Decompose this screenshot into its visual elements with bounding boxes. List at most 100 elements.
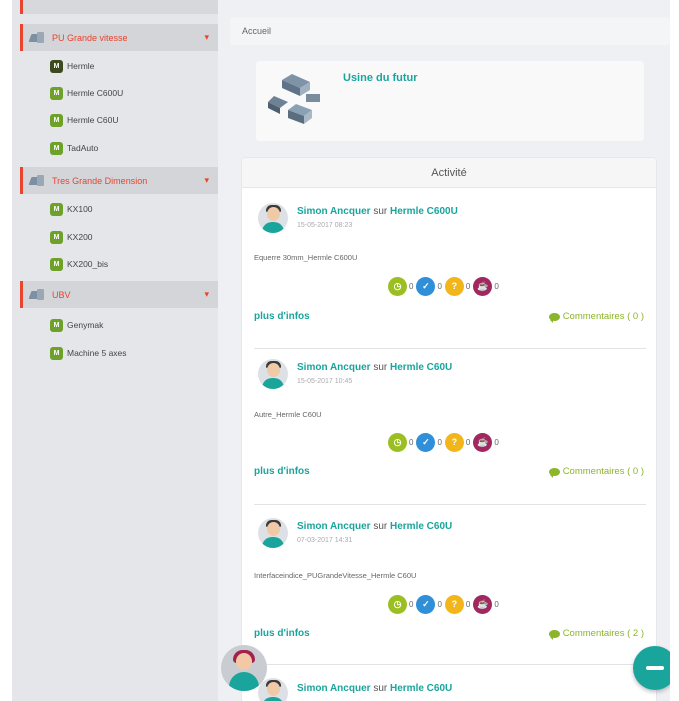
- sidebar-item-kx200-bis[interactable]: M KX200_bis: [50, 256, 108, 272]
- reaction-count: 0: [409, 599, 414, 609]
- avatar: [258, 518, 288, 548]
- machine-icon: M: [50, 141, 63, 155]
- author-link[interactable]: Simon Ancquer: [297, 521, 371, 532]
- sidebar-group-label: UBV: [52, 289, 71, 300]
- comment-icon: [548, 467, 560, 478]
- machine-icon: M: [50, 86, 63, 100]
- divider: [254, 504, 646, 505]
- sidebar-item-kx100[interactable]: M KX100: [50, 201, 93, 217]
- sidebar-item-tadauto[interactable]: M TadAuto: [50, 140, 98, 156]
- reactions: ◷ 0 ✓ 0 ? 0 ☕ 0: [388, 432, 502, 452]
- chevron-down-icon[interactable]: ▾: [204, 175, 209, 186]
- clock-icon[interactable]: ◷: [388, 432, 407, 452]
- sidebar-item-label: Machine 5 axes: [67, 348, 127, 358]
- post-header: Simon Ancquer sur Hermle C60U: [297, 521, 452, 532]
- comments-link[interactable]: Commentaires ( 0 ): [548, 311, 644, 323]
- chevron-down-icon[interactable]: ▾: [204, 289, 209, 300]
- sidebar-item-label: KX100: [67, 204, 93, 214]
- sidebar-item-hermle-c60u[interactable]: M Hermle C60U: [50, 112, 119, 128]
- author-link[interactable]: Simon Ancquer: [297, 206, 371, 217]
- post-date: 15-05-2017 08:23: [297, 222, 353, 229]
- reaction-count: 0: [437, 437, 442, 447]
- factory-icon: [268, 74, 320, 124]
- sidebar-group-pu-grande-vitesse[interactable]: PU Grande vitesse ▾: [20, 24, 218, 51]
- sidebar-item-hermle-c600u[interactable]: M Hermle C600U: [50, 85, 123, 101]
- cup-icon[interactable]: ☕: [473, 594, 493, 614]
- factory-title[interactable]: Usine du futur: [343, 72, 418, 84]
- chevron-down-icon[interactable]: ▾: [204, 32, 209, 43]
- cup-icon[interactable]: ☕: [473, 276, 493, 296]
- sidebar-group-ubv[interactable]: UBV ▾: [20, 281, 218, 308]
- more-info-link[interactable]: plus d'infos: [254, 311, 310, 322]
- machine-link[interactable]: Hermle C60U: [390, 521, 452, 532]
- more-info-link[interactable]: plus d'infos: [254, 628, 310, 639]
- comments-label: Commentaires ( 0 ): [562, 466, 644, 477]
- sidebar-group-label: Tres Grande Dimension: [52, 175, 148, 186]
- minus-icon: [646, 666, 664, 670]
- reactions: ◷ 0 ✓ 0 ? 0 ☕ 0: [388, 276, 502, 296]
- post-sur: sur: [373, 521, 388, 532]
- author-link[interactable]: Simon Ancquer: [297, 362, 371, 373]
- reaction-count: 0: [437, 281, 442, 291]
- sidebar-group-tres-grande-dimension[interactable]: Tres Grande Dimension ▾: [20, 167, 218, 194]
- sidebar-item-label: TadAuto: [67, 143, 99, 153]
- cup-icon[interactable]: ☕: [473, 432, 493, 452]
- clock-icon[interactable]: ◷: [388, 276, 407, 296]
- post-text: Autre_Hermle C60U: [254, 410, 322, 419]
- sidebar-group-label: PU Grande vitesse: [52, 32, 128, 43]
- sidebar-item-machine-5-axes[interactable]: M Machine 5 axes: [50, 345, 127, 361]
- activity-panel: Activité Simon Ancquer sur Hermle C600U …: [241, 157, 657, 701]
- question-icon[interactable]: ?: [444, 432, 464, 452]
- machine-link[interactable]: Hermle C60U: [390, 683, 452, 694]
- comments-label: Commentaires ( 0 ): [562, 311, 644, 322]
- reactions: ◷ 0 ✓ 0 ? 0 ☕ 0: [388, 594, 502, 614]
- sidebar-item-label: KX200_bis: [67, 259, 109, 269]
- sidebar-top-item[interactable]: [20, 0, 218, 14]
- post-header: Simon Ancquer sur Hermle C60U: [297, 362, 452, 373]
- thumbs-up-icon[interactable]: ✓: [416, 276, 436, 296]
- user-avatar[interactable]: [221, 645, 267, 691]
- clock-icon[interactable]: ◷: [388, 594, 407, 614]
- sidebar-item-label: Hermle C60U: [67, 115, 119, 125]
- question-icon[interactable]: ?: [444, 594, 464, 614]
- post-sur: sur: [373, 683, 388, 694]
- factory-card[interactable]: Usine du futur: [256, 61, 644, 141]
- machine-link[interactable]: Hermle C60U: [390, 362, 452, 373]
- sidebar-item-label: KX200: [67, 232, 93, 242]
- machine-icon: M: [50, 59, 63, 73]
- question-icon[interactable]: ?: [444, 276, 464, 296]
- comments-link[interactable]: Commentaires ( 0 ): [548, 466, 644, 478]
- sidebar-item-kx200[interactable]: M KX200: [50, 229, 93, 245]
- reaction-count: 0: [465, 437, 471, 447]
- reaction-count: 0: [437, 599, 442, 609]
- divider: [254, 348, 646, 349]
- sidebar-item-label: Hermle C600U: [67, 88, 124, 98]
- comments-link[interactable]: Commentaires ( 2 ): [548, 628, 644, 640]
- machines-icon: [30, 31, 46, 44]
- comments-label: Commentaires ( 2 ): [562, 628, 644, 639]
- reaction-count: 0: [465, 599, 471, 609]
- sidebar-item-hermle[interactable]: M Hermle: [50, 58, 94, 74]
- minus-button[interactable]: [633, 646, 670, 690]
- post-text: Interfaceindice_PUGrandeVitesse_Hermle C…: [254, 571, 417, 580]
- post-sur: sur: [373, 206, 388, 217]
- machine-icon: M: [50, 346, 63, 360]
- divider: [254, 664, 646, 665]
- avatar: [258, 359, 288, 389]
- sidebar-item-genymak[interactable]: M Genymak: [50, 317, 103, 333]
- thumbs-up-icon[interactable]: ✓: [416, 432, 436, 452]
- machine-icon: M: [50, 230, 63, 244]
- machines-icon: [30, 288, 46, 301]
- reaction-count: 0: [494, 281, 499, 291]
- thumbs-up-icon[interactable]: ✓: [416, 594, 436, 614]
- sidebar-item-label: Hermle: [67, 61, 95, 71]
- app-frame: PU Grande vitesse ▾ M Hermle M Hermle C6…: [12, 0, 670, 701]
- sidebar: PU Grande vitesse ▾ M Hermle M Hermle C6…: [12, 0, 218, 701]
- activity-title: Activité: [242, 158, 656, 188]
- author-link[interactable]: Simon Ancquer: [297, 683, 371, 694]
- breadcrumb[interactable]: Accueil: [230, 17, 670, 45]
- comment-icon: [548, 629, 560, 640]
- more-info-link[interactable]: plus d'infos: [254, 466, 310, 477]
- post-text: Equerre 30mm_Hermle C600U: [254, 253, 358, 262]
- machine-link[interactable]: Hermle C600U: [390, 206, 458, 217]
